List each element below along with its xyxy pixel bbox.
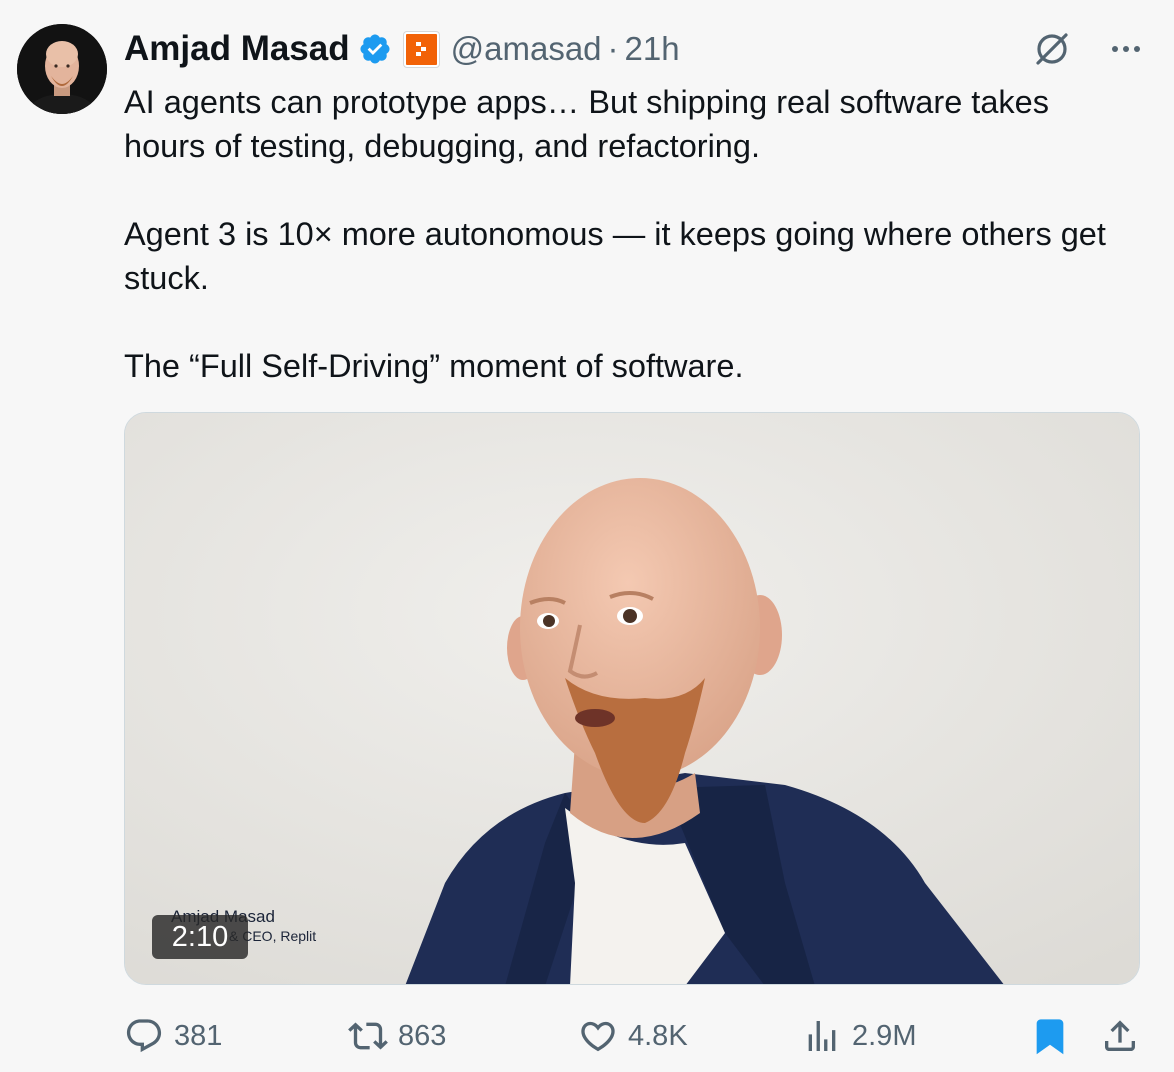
tweet-header: Amjad Masad @amasad · 21h xyxy=(124,26,1144,72)
reply-icon xyxy=(126,1019,162,1053)
bookmark-icon xyxy=(1036,1019,1064,1055)
reply-count: 381 xyxy=(174,1019,223,1052)
author-name[interactable]: Amjad Masad xyxy=(124,29,350,69)
author-handle[interactable]: @amasad xyxy=(451,30,602,68)
video-player[interactable]: Amjad Masad & CEO, Replit 2:10 xyxy=(124,412,1140,985)
reply-button[interactable]: 381 xyxy=(124,1008,222,1064)
share-icon xyxy=(1105,1020,1135,1051)
share-button[interactable] xyxy=(1100,1008,1140,1064)
video-duration-badge: 2:10 xyxy=(152,915,248,959)
views-chart-icon xyxy=(808,1021,836,1051)
avatar-image xyxy=(17,24,107,114)
action-bar: 381 863 4.8K 2.9M xyxy=(124,1008,1144,1064)
bookmark-button[interactable] xyxy=(1030,1008,1070,1064)
tweet-paragraph: The “Full Self-Driving” moment of softwa… xyxy=(124,348,744,384)
tweet-text: AI agents can prototype apps… But shippi… xyxy=(124,80,1134,388)
like-button[interactable]: 4.8K xyxy=(578,1008,688,1064)
repost-button[interactable]: 863 xyxy=(348,1008,446,1064)
repost-icon xyxy=(348,1022,388,1050)
avatar[interactable] xyxy=(17,24,107,114)
tweet-paragraph: Agent 3 is 10× more autonomous — it keep… xyxy=(124,216,1106,296)
video-thumbnail xyxy=(125,413,1139,984)
grok-icon[interactable] xyxy=(1032,29,1072,69)
heart-icon xyxy=(581,1021,615,1052)
more-options-icon[interactable] xyxy=(1108,31,1144,67)
like-count: 4.8K xyxy=(628,1019,688,1052)
views-button[interactable]: 2.9M xyxy=(802,1008,916,1064)
tweet-time[interactable]: 21h xyxy=(625,30,680,68)
repost-count: 863 xyxy=(398,1019,447,1052)
replit-logo-icon[interactable] xyxy=(403,31,439,67)
views-count: 2.9M xyxy=(852,1019,917,1052)
verified-badge-icon[interactable] xyxy=(358,32,392,66)
tweet-paragraph: AI agents can prototype apps… But shippi… xyxy=(124,84,1049,164)
separator-dot: · xyxy=(607,30,619,67)
tweet-card[interactable]: Amjad Masad @amasad · 21h AI agents can … xyxy=(0,0,1174,1072)
